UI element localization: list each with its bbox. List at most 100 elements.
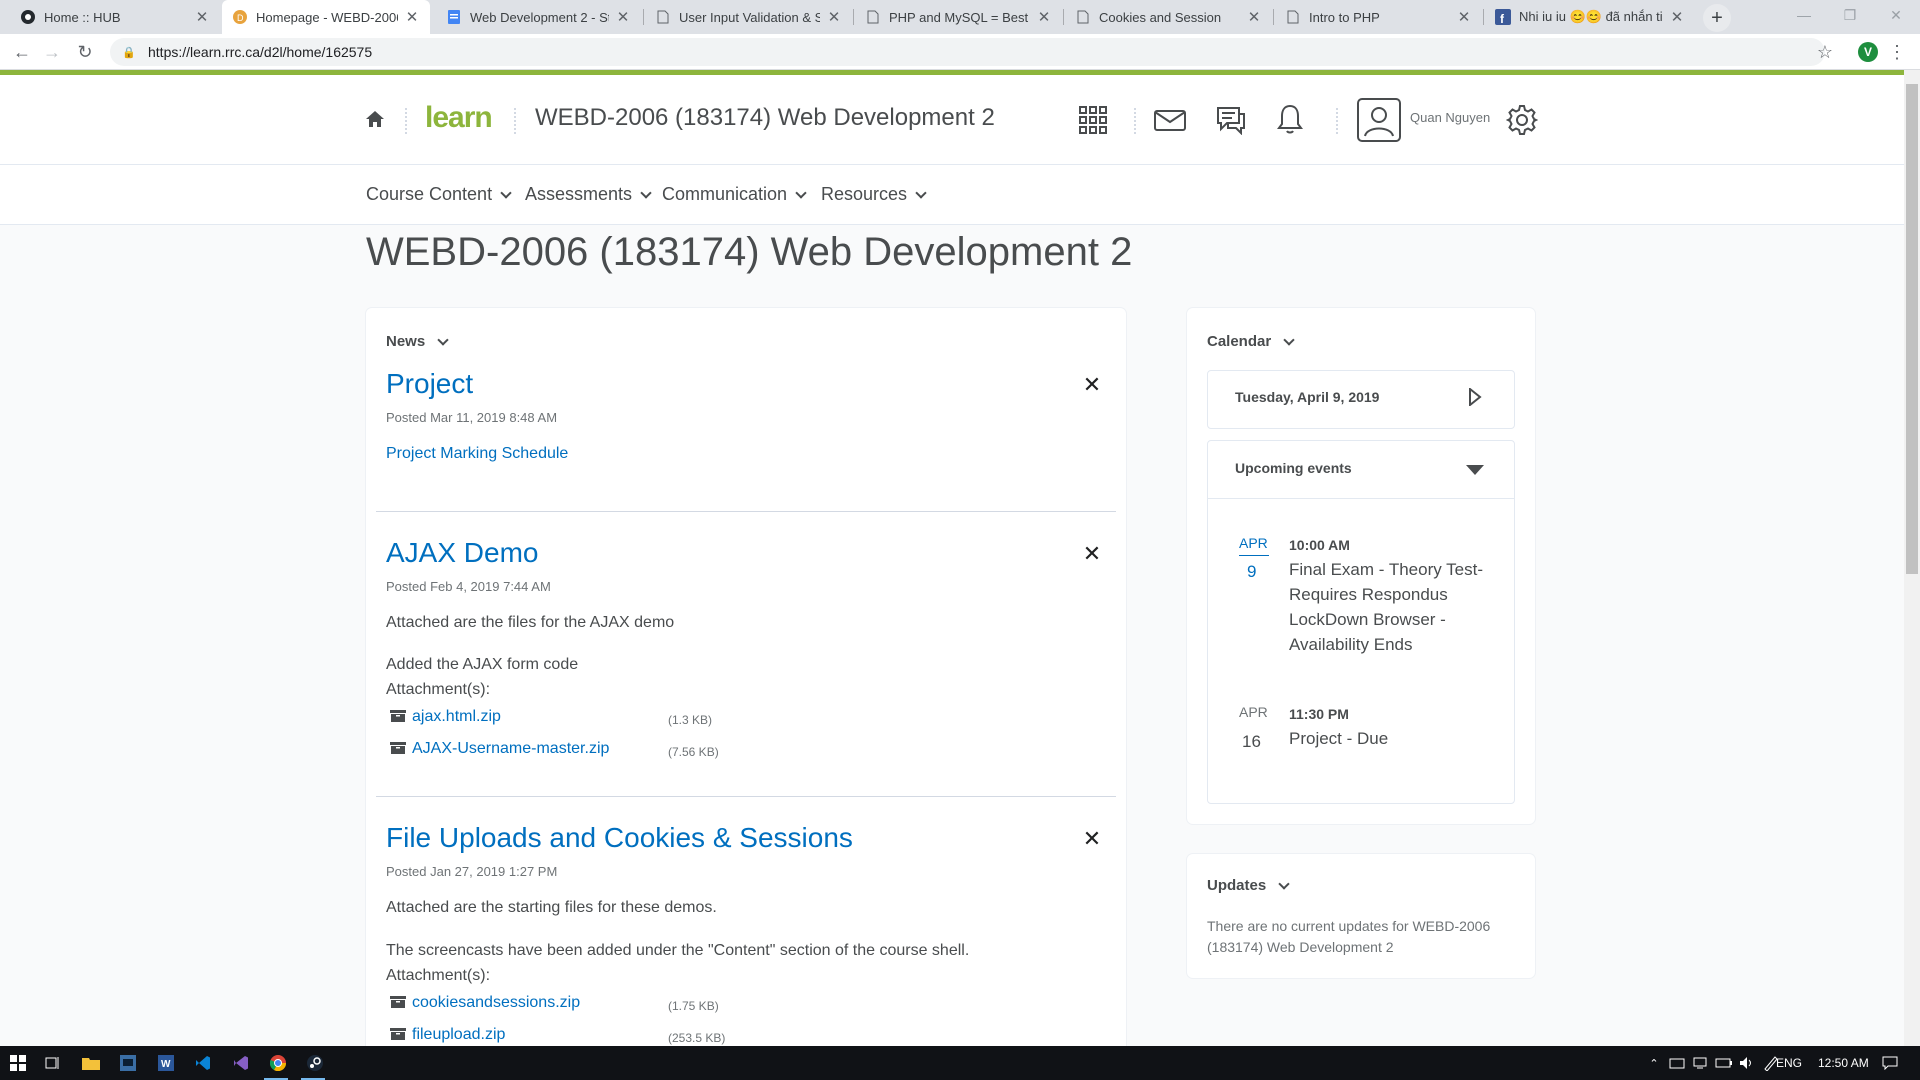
nav-communication[interactable]: Communication [662,184,807,205]
url-text: https://learn.rrc.ca/d2l/home/162575 [148,44,373,60]
calendar-widget-header[interactable]: Calendar [1207,333,1295,350]
windows-start-icon[interactable] [8,1053,28,1073]
task-view-icon[interactable] [43,1053,63,1073]
back-icon[interactable]: ← [10,40,34,64]
calendar-date[interactable]: Tuesday, April 9, 2019 [1235,389,1379,405]
event-day: 9 [1247,562,1257,581]
close-tab-icon[interactable]: ✕ [1456,8,1472,26]
close-tab-icon[interactable]: ✕ [826,8,842,26]
nav-label: Communication [662,184,788,204]
news-divider [376,796,1116,797]
clock[interactable]: 12:50 AM [1818,1056,1869,1070]
news-item-title[interactable]: AJAX Demo [386,537,539,569]
nav-label: Course Content [366,184,493,204]
notification-bell-icon[interactable] [1276,103,1304,140]
course-navbar [0,165,1904,225]
tray-chevron-up-icon[interactable]: ⌃ [1644,1053,1664,1073]
updates-widget-header[interactable]: Updates [1207,877,1290,894]
battery-icon[interactable] [1714,1053,1734,1073]
mail-icon[interactable] [1154,108,1186,137]
nav-label: Resources [821,184,908,204]
page-icon [865,9,881,25]
browser-tab[interactable]: Home :: HUB ✕ [10,0,220,34]
tab-separator [1063,9,1064,25]
tab-title: Nhi iu iu 😊😊 đã nhắn tin [1519,9,1663,24]
close-tab-icon[interactable]: ✕ [615,8,631,26]
menu-icon[interactable]: ⋮ [1885,40,1909,64]
volume-icon[interactable] [1737,1053,1757,1073]
close-tab-icon[interactable]: ✕ [194,8,210,26]
input-language[interactable]: ENG [1776,1056,1802,1070]
tray-app-icon[interactable] [1667,1053,1687,1073]
bookmark-star-icon[interactable]: ☆ [1813,40,1837,64]
course-selector-grid-icon[interactable] [1078,105,1108,140]
page-icon [1075,9,1091,25]
tab-title: Intro to PHP [1309,9,1380,25]
news-divider [376,511,1116,512]
nav-course-content[interactable]: Course Content [366,184,512,205]
reload-icon[interactable]: ↻ [73,40,97,64]
attachment-link[interactable]: ajax.html.zip [390,708,501,726]
attachment-size: (1.75 KB) [668,999,719,1013]
home-icon[interactable] [365,109,385,134]
close-tab-icon[interactable]: ✕ [1246,8,1262,26]
course-title-link[interactable]: WEBD-2006 (183174) Web Development 2 [535,104,995,132]
close-tab-icon[interactable]: ✕ [1036,8,1052,26]
news-widget-header[interactable]: News [386,333,449,350]
attachment-link[interactable]: fileupload.zip [390,1026,505,1044]
dismiss-close-icon[interactable]: ✕ [1082,826,1102,851]
word-icon[interactable]: W [156,1053,176,1073]
close-window-icon[interactable]: ✕ [1873,0,1919,30]
browser-tab[interactable]: Cookies and Session ✕ [1065,0,1272,34]
learn-logo[interactable]: learn [425,101,493,135]
address-bar: ← → ↻ 🔒 https://learn.rrc.ca/d2l/home/16… [0,34,1920,70]
event-date-underline [1239,555,1269,556]
settings-gear-icon[interactable] [1505,104,1539,141]
archive-file-icon [390,1028,406,1040]
news-item-title[interactable]: File Uploads and Cookies & Sessions [386,822,853,854]
app-icon[interactable] [118,1053,138,1073]
url-field[interactable]: 🔒 https://learn.rrc.ca/d2l/home/162575 [110,38,1825,66]
next-date-icon[interactable] [1468,386,1482,411]
header-separator [405,108,407,134]
event-title[interactable]: Project - Due [1289,726,1499,751]
visual-studio-icon[interactable] [231,1053,251,1073]
user-avatar-icon[interactable] [1357,98,1401,147]
chevron-down-icon [437,333,449,346]
steam-icon[interactable] [305,1053,325,1073]
file-explorer-icon[interactable] [81,1053,101,1073]
browser-tab-active[interactable]: D Homepage - WEBD-2006 (1 ✕ [222,0,430,34]
scrollbar-thumb[interactable] [1906,84,1918,574]
minimize-icon[interactable]: — [1781,0,1827,30]
maximize-icon[interactable]: ❐ [1827,0,1873,30]
chrome-icon[interactable] [268,1053,288,1073]
user-name[interactable]: Quan Nguyen [1410,110,1490,125]
nav-assessments[interactable]: Assessments [525,184,652,205]
vscode-icon[interactable] [193,1053,213,1073]
close-tab-icon[interactable]: ✕ [1669,8,1685,26]
chat-icon[interactable] [1215,105,1247,140]
network-icon[interactable] [1691,1053,1711,1073]
close-tab-icon[interactable]: ✕ [404,8,420,26]
nav-resources[interactable]: Resources [821,184,927,205]
new-tab-button[interactable]: + [1703,4,1731,32]
lock-icon: 🔒 [122,46,136,59]
profile-avatar[interactable]: V [1858,42,1878,62]
news-item-title[interactable]: Project [386,368,473,400]
caret-down-icon[interactable] [1466,462,1484,480]
browser-tab[interactable]: PHP and MySQL = Best Frie ✕ [855,0,1062,34]
browser-tab[interactable]: Intro to PHP ✕ [1275,0,1482,34]
tab-separator [1483,9,1484,25]
dismiss-close-icon[interactable]: ✕ [1082,541,1102,566]
browser-tab[interactable]: Web Development 2 - Stud ✕ [436,0,641,34]
attachment-link[interactable]: AJAX-Username-master.zip [390,740,609,758]
news-item-link[interactable]: Project Marking Schedule [386,445,568,463]
notifications-icon[interactable] [1880,1053,1900,1073]
event-title[interactable]: Final Exam - Theory Test- Requires Respo… [1289,557,1499,657]
forward-icon[interactable]: → [40,40,64,64]
tab-separator [853,9,854,25]
dismiss-close-icon[interactable]: ✕ [1082,372,1102,397]
browser-tab[interactable]: f Nhi iu iu 😊😊 đã nhắn tin ✕ [1485,0,1695,34]
attachment-link[interactable]: cookiesandsessions.zip [390,994,580,1012]
browser-tab[interactable]: User Input Validation & San ✕ [645,0,852,34]
